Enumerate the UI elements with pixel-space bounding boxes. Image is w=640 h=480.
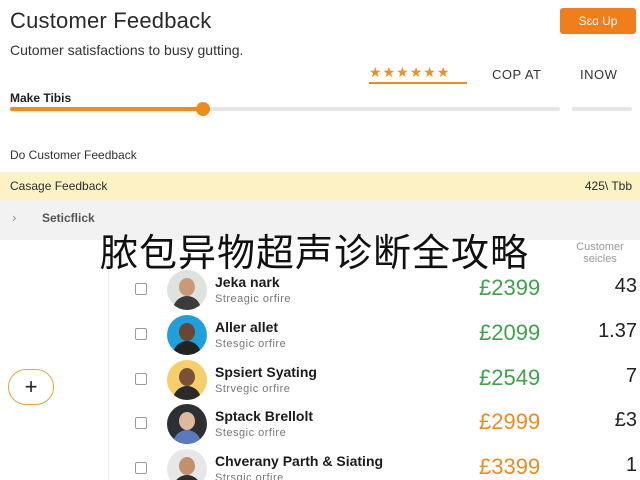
avatar-face — [179, 323, 195, 341]
customer-score: 43 — [614, 275, 637, 297]
customer-score: 7 — [625, 365, 637, 387]
avatar-body — [173, 475, 201, 480]
customer-price: £2999 — [479, 409, 541, 434]
customer-price: £2399 — [479, 275, 541, 300]
customer-role: Stesgic orfire — [215, 427, 287, 439]
tab-inow[interactable]: INOW — [580, 67, 617, 82]
progress-slider[interactable] — [10, 102, 560, 116]
avatar-face — [179, 278, 195, 296]
customer-score: 1 — [625, 454, 637, 476]
progress-handle[interactable] — [195, 102, 210, 116]
avatar-body — [173, 296, 201, 310]
avatar-body — [173, 430, 201, 444]
row-checkbox[interactable] — [135, 417, 147, 429]
customer-role: Strsgic orfire — [215, 472, 284, 480]
customer-role: Streagic orfire — [215, 293, 291, 305]
star-rating[interactable]: ★ ★ ★ ★ ★ ★ — [369, 66, 467, 84]
star-icon[interactable]: ★ — [396, 66, 409, 82]
progress-label: Make Tibis — [10, 91, 72, 105]
customer-score: 1.37 — [598, 320, 637, 342]
add-button[interactable]: + — [8, 369, 54, 405]
sign-up-button[interactable]: Sɛɑ Up — [560, 8, 636, 34]
star-icon[interactable]: ★ — [437, 66, 450, 82]
section-title: Do Customer Feedback — [10, 148, 137, 162]
feedback-banner[interactable]: Casage Feedback 425\ Tbb — [0, 172, 640, 200]
column-header-line: Customer — [576, 241, 624, 253]
secondary-track — [572, 107, 632, 111]
avatar — [167, 449, 207, 480]
progress-fill — [10, 107, 203, 111]
plus-icon: + — [24, 374, 38, 399]
avatar-body — [173, 341, 201, 355]
star-icon[interactable]: ★ — [410, 66, 423, 82]
row-checkbox[interactable] — [135, 283, 147, 295]
customer-price: £3399 — [479, 454, 541, 479]
avatar — [167, 315, 207, 355]
customer-role: Strvegic orfire — [215, 383, 291, 395]
customer-price: £2099 — [479, 320, 541, 345]
customer-role: Stesgic orfire — [215, 338, 287, 350]
chevron-right-icon[interactable]: › — [12, 211, 17, 225]
overlay-caption: 脓包异物超声诊断全攻略 — [100, 231, 530, 275]
table-row[interactable]: Aller allet Stesgic orfire £2099 1.37 — [109, 311, 640, 356]
avatar-face — [179, 368, 195, 386]
customer-score: £3 — [614, 409, 637, 431]
customer-name: Spsiert Syating — [215, 364, 317, 380]
banner-label: Casage Feedback — [10, 179, 108, 193]
page-subtitle: Cutomer satisfactions to busy gutting. — [10, 42, 244, 58]
star-icon[interactable]: ★ — [423, 66, 436, 82]
customer-name: Chverany Parth & Siating — [215, 453, 384, 469]
star-icon[interactable]: ★ — [369, 66, 382, 82]
avatar-face — [179, 412, 195, 430]
customer-price: £2549 — [479, 365, 541, 390]
tab-cop-at[interactable]: COP AT — [492, 67, 541, 82]
subsection-label: Seticflick — [42, 211, 95, 225]
banner-value: 425\ Tbb — [584, 179, 632, 193]
avatar-face — [179, 457, 195, 475]
page-title: Customer Feedback — [10, 8, 212, 33]
table-row[interactable]: Spsiert Syating Strvegic orfire £2549 7 — [109, 356, 640, 401]
customer-name: Sptack Brellolt — [215, 408, 314, 424]
row-checkbox[interactable] — [135, 328, 147, 340]
customer-table: Jeka nark Streagic orfire £2399 43 Aller… — [108, 258, 640, 480]
row-checkbox[interactable] — [135, 373, 147, 385]
row-checkbox[interactable] — [135, 462, 147, 474]
avatar — [167, 360, 207, 400]
customer-name: Aller allet — [215, 319, 279, 335]
table-row[interactable]: Chverany Parth & Siating Strsgic orfire … — [109, 445, 640, 480]
table-row[interactable]: Sptack Brellolt Stesgic orfire £2999 £3 — [109, 400, 640, 445]
avatar — [167, 404, 207, 444]
avatar-body — [173, 386, 201, 400]
star-icon[interactable]: ★ — [383, 66, 396, 82]
